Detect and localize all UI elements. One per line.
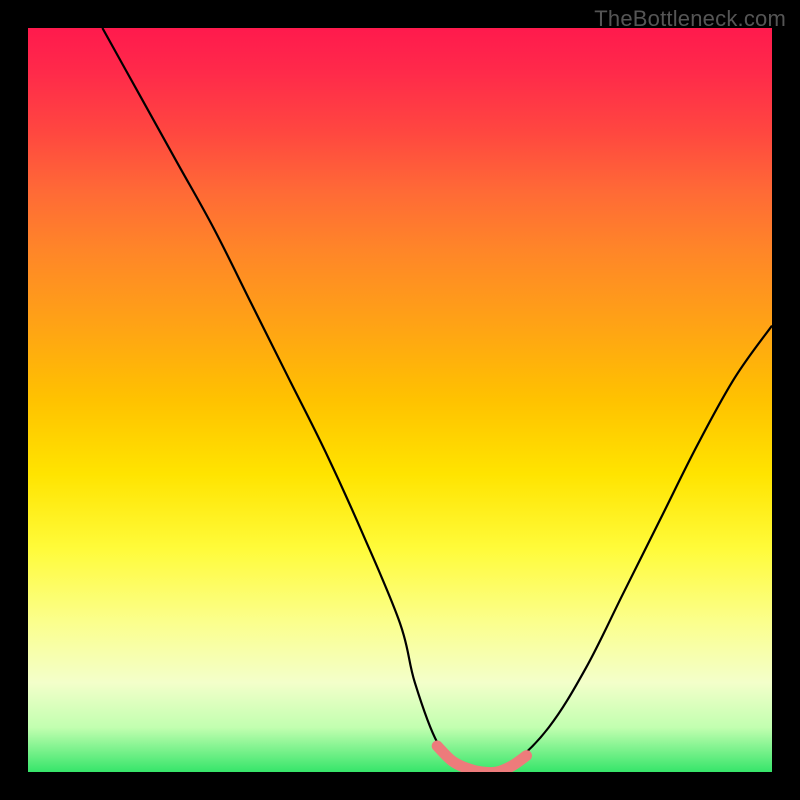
chart-plot-area [28,28,772,772]
chart-curves-svg [28,28,772,772]
bottleneck-curve-line [102,28,772,772]
watermark-text: TheBottleneck.com [594,6,786,32]
optimal-zone-line [437,746,526,772]
